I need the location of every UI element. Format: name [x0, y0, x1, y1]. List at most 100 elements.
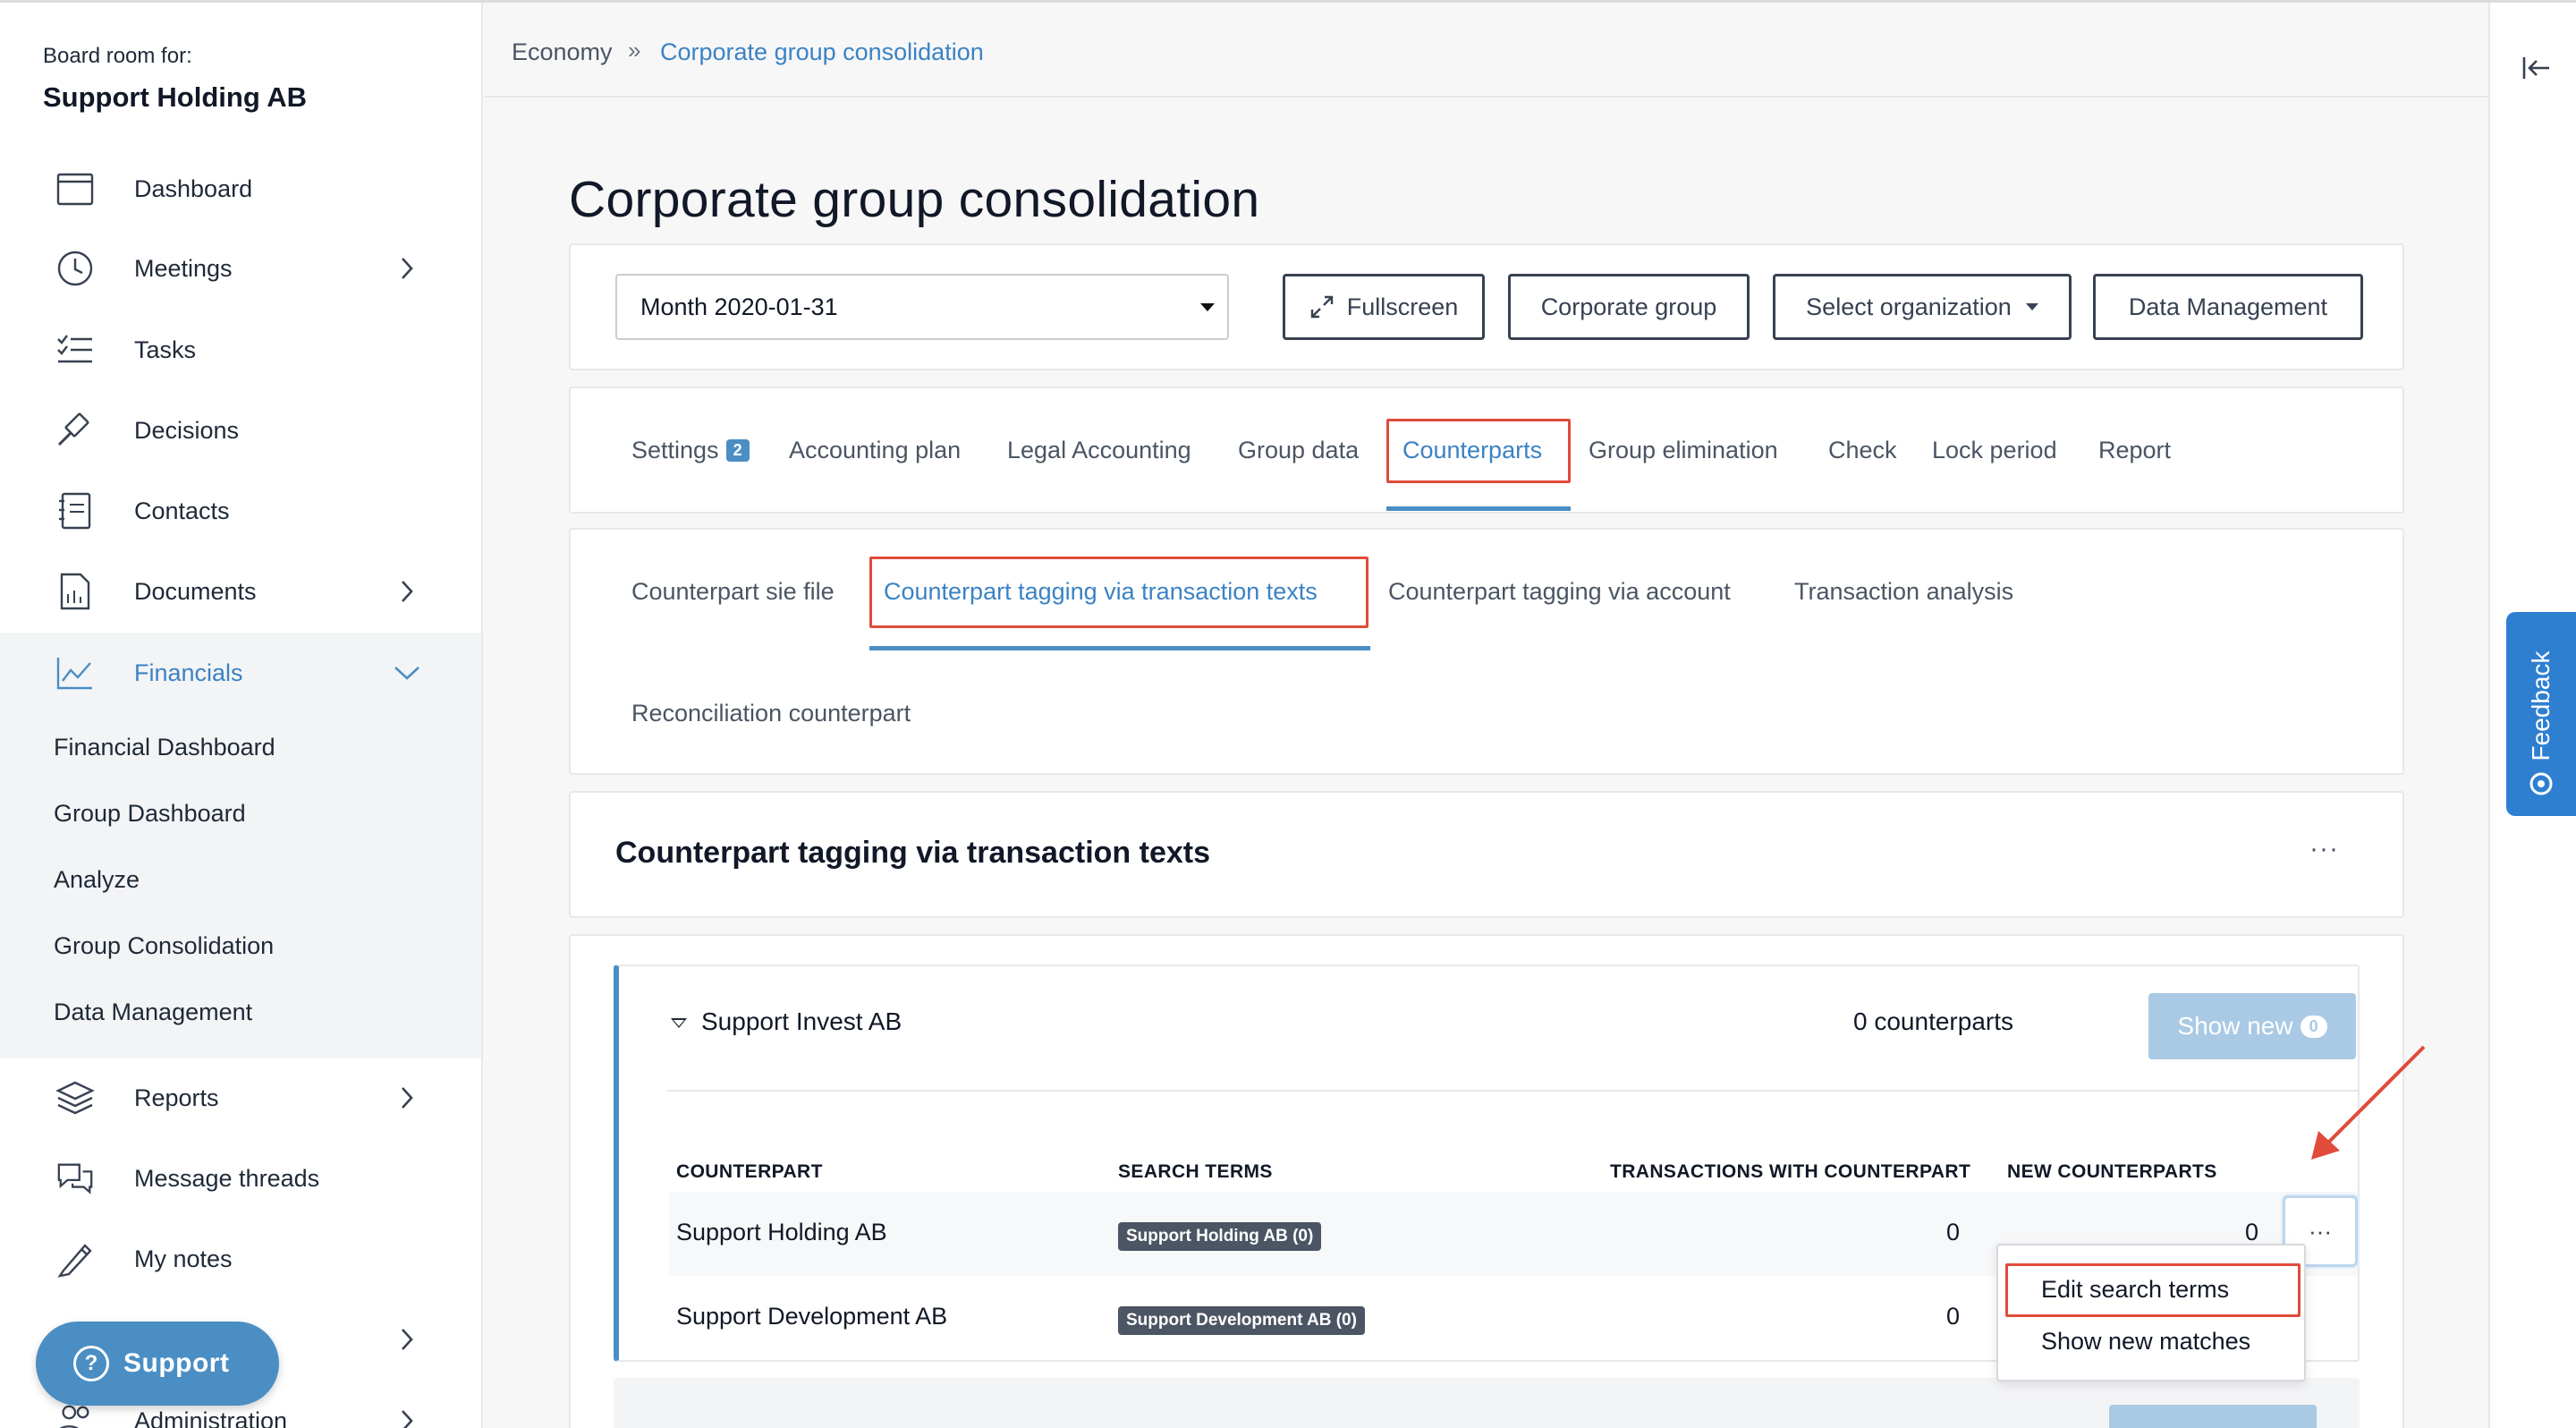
- show-new-count: 0: [2300, 1015, 2327, 1038]
- row-actions-menu: Edit search terms Show new matches: [1996, 1244, 2306, 1381]
- column-header-transactions: TRANSACTIONS WITH COUNTERPART: [1610, 1161, 1971, 1182]
- chat-bubbles-icon: [55, 1159, 95, 1198]
- support-label: Support: [123, 1348, 230, 1378]
- sidebar-item-documents[interactable]: Documents: [0, 551, 481, 632]
- tab-label: Settings: [631, 437, 719, 463]
- sub-tabs: Counterpart sie file Counterpart tagging…: [569, 528, 2404, 775]
- row-counterpart: Support Development AB: [676, 1303, 948, 1330]
- chevron-right-icon: [394, 1407, 420, 1428]
- row-new-counterparts: 0: [2245, 1219, 2259, 1245]
- tab-legal-accounting[interactable]: Legal Accounting: [1007, 437, 1191, 464]
- layers-icon: [55, 1078, 95, 1118]
- more-dots-icon: ···: [2309, 1217, 2332, 1245]
- sidebar-item-label: Financials: [134, 659, 243, 686]
- sidebar-item-label: Administration: [134, 1407, 288, 1428]
- sidebar-item-meetings[interactable]: Meetings: [0, 228, 481, 309]
- sidebar-item-label: Decisions: [134, 416, 240, 444]
- main-tabs: Settings 2 Accounting plan Legal Accounti…: [569, 387, 2404, 514]
- search-term-tag: Support Holding AB (0): [1118, 1222, 1322, 1251]
- column-header-search-terms: SEARCH TERMS: [1118, 1161, 1273, 1182]
- corporate-group-label: Corporate group: [1540, 293, 1717, 320]
- breadcrumb-economy[interactable]: Economy: [512, 38, 613, 66]
- tab-lock-period[interactable]: Lock period: [1932, 437, 2057, 464]
- sidebar-item-decisions[interactable]: Decisions: [0, 390, 481, 471]
- data-management-button[interactable]: Data Management: [2093, 274, 2363, 340]
- sidebar-subitem-analyze[interactable]: Analyze: [54, 866, 140, 894]
- sidebar-item-dashboard[interactable]: Dashboard: [0, 149, 481, 229]
- document-icon: [55, 572, 95, 611]
- tab-report[interactable]: Report: [2098, 437, 2171, 464]
- entity-name: Support Invest AB: [701, 1007, 902, 1035]
- chevron-right-icon: [394, 578, 420, 605]
- expand-icon: [1309, 294, 1335, 319]
- sidebar-subitem-financial-dashboard[interactable]: Financial Dashboard: [54, 734, 275, 761]
- feedback-icon: [2529, 771, 2554, 796]
- breadcrumb: Economy » Corporate group consolidation: [485, 3, 2488, 98]
- sidebar-item-label: Reports: [134, 1084, 219, 1111]
- board-name: Support Holding AB: [43, 81, 308, 113]
- sidebar-item-financials[interactable]: Financials: [0, 633, 481, 713]
- menu-item-show-new-matches[interactable]: Show new matches: [2041, 1328, 2250, 1356]
- data-management-label: Data Management: [2128, 293, 2328, 320]
- sidebar-item-message-threads[interactable]: Message threads: [0, 1138, 481, 1219]
- chevron-right-icon: [394, 1084, 420, 1111]
- sidebar-item-reports[interactable]: Reports: [0, 1058, 481, 1138]
- breadcrumb-current[interactable]: Corporate group consolidation: [660, 38, 984, 66]
- column-header-counterpart: COUNTERPART: [676, 1161, 823, 1182]
- active-tab-underline: [1386, 506, 1571, 511]
- subtab-counterpart-sie-file[interactable]: Counterpart sie file: [631, 578, 835, 606]
- select-organization-button[interactable]: Select organization: [1773, 274, 2072, 340]
- chevron-right-icon: [394, 255, 420, 282]
- feedback-tab[interactable]: Feedback: [2506, 612, 2576, 816]
- tab-group-elimination[interactable]: Group elimination: [1589, 437, 1778, 464]
- fullscreen-label: Fullscreen: [1346, 293, 1459, 320]
- fullscreen-button[interactable]: Fullscreen: [1283, 274, 1485, 340]
- tab-check[interactable]: Check: [1828, 437, 1897, 464]
- active-subtab-underline: [869, 646, 1370, 650]
- select-organization-label: Select organization: [1806, 293, 2012, 320]
- help-icon: ?: [73, 1346, 109, 1381]
- sidebar-subitem-group-dashboard[interactable]: Group Dashboard: [54, 800, 246, 828]
- sidebar-item-label: My notes: [134, 1245, 233, 1272]
- clock-icon: [55, 249, 95, 288]
- menu-highlight-box: [2005, 1263, 2301, 1317]
- row-transactions: 0: [1946, 1219, 1961, 1245]
- board-label: Board room for:: [43, 44, 192, 68]
- sidebar-item-label: Contacts: [134, 497, 230, 524]
- settings-count-badge: 2: [725, 439, 750, 462]
- tab-settings[interactable]: Settings 2: [631, 437, 750, 464]
- tab-group-data[interactable]: Group data: [1238, 437, 1359, 464]
- corporate-group-button[interactable]: Corporate group: [1508, 274, 1750, 340]
- subtab-transaction-analysis[interactable]: Transaction analysis: [1794, 578, 2013, 606]
- period-select[interactable]: Month 2020-01-31: [615, 274, 1229, 340]
- entity-panel-next: [614, 1378, 2360, 1428]
- collapse-panel-icon[interactable]: [2521, 52, 2553, 84]
- gavel-icon: [55, 411, 95, 450]
- section-more-icon[interactable]: ···: [2309, 834, 2339, 864]
- show-new-label: Show new: [2177, 1012, 2293, 1040]
- sidebar-item-contacts[interactable]: Contacts: [0, 471, 481, 551]
- sidebar-item-my-notes[interactable]: My notes: [0, 1219, 481, 1299]
- controls-card: Month 2020-01-31 Fullscreen Corporate gr…: [569, 243, 2404, 370]
- sidebar-item-label: Message threads: [134, 1164, 320, 1192]
- page-title: Corporate group consolidation: [569, 171, 1260, 228]
- column-header-new-counterparts: NEW COUNTERPARTS: [2007, 1161, 2217, 1182]
- sidebar-subitem-data-management[interactable]: Data Management: [54, 999, 252, 1026]
- subtab-reconciliation-counterpart[interactable]: Reconciliation counterpart: [631, 700, 911, 727]
- section-header: Counterpart tagging via transaction text…: [569, 791, 2404, 918]
- caret-down-icon: [1200, 303, 1215, 311]
- pencil-icon: [55, 1239, 95, 1279]
- contacts-book-icon: [55, 491, 95, 531]
- sidebar-item-tasks[interactable]: Tasks: [0, 310, 481, 390]
- sidebar-item-label: Tasks: [134, 336, 197, 363]
- show-new-button-next[interactable]: [2109, 1405, 2317, 1428]
- collapse-triangle-icon[interactable]: [671, 1018, 687, 1028]
- subtab-tagging-via-account[interactable]: Counterpart tagging via account: [1388, 578, 1731, 606]
- sidebar-subitem-group-consolidation[interactable]: Group Consolidation: [54, 932, 274, 960]
- row-transactions: 0: [1946, 1303, 1961, 1330]
- checklist-icon: [55, 330, 95, 370]
- chevron-right-icon: [394, 1326, 420, 1353]
- tab-accounting-plan[interactable]: Accounting plan: [789, 437, 961, 464]
- sidebar-item-label: Dashboard: [134, 174, 253, 202]
- support-button[interactable]: ? Support: [36, 1322, 279, 1406]
